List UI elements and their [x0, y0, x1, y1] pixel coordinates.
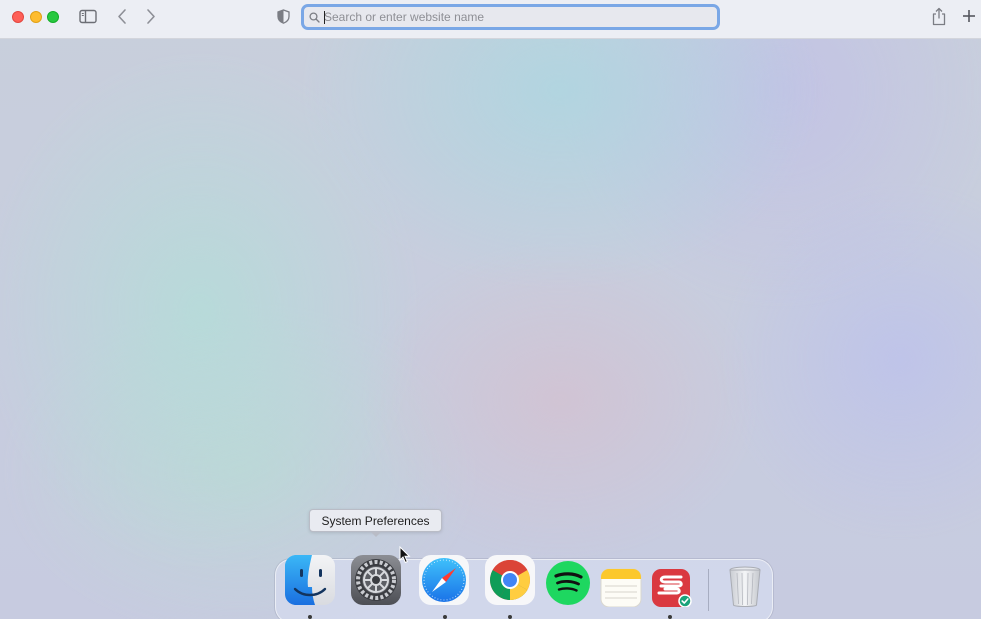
dock-item-safari[interactable]	[417, 553, 471, 607]
window-close-button[interactable]	[12, 11, 24, 23]
mouse-cursor-icon	[399, 546, 411, 564]
dock-item-spotify[interactable]	[541, 553, 595, 607]
running-indicator	[308, 615, 312, 619]
running-indicator	[443, 615, 447, 619]
back-chevron-icon[interactable]	[115, 8, 129, 25]
trash-icon	[729, 566, 761, 607]
dock-item-notes[interactable]	[594, 553, 648, 607]
expressvpn-icon	[652, 569, 692, 607]
dock-tooltip: System Preferences	[309, 509, 442, 532]
dock-item-chrome[interactable]	[483, 553, 537, 607]
sidebar-icon[interactable]	[79, 9, 97, 24]
text-caret	[324, 11, 325, 24]
running-indicator	[508, 615, 512, 619]
dock-item-trash[interactable]	[718, 553, 772, 607]
plus-icon[interactable]	[962, 9, 976, 23]
window-zoom-button[interactable]	[47, 11, 59, 23]
safari-toolbar	[0, 0, 981, 39]
chrome-icon	[485, 555, 535, 605]
running-indicator	[668, 615, 672, 619]
spotify-icon	[546, 561, 590, 605]
notes-icon	[600, 568, 642, 607]
safari-compass-icon	[419, 555, 469, 605]
system-preferences-gear-icon	[351, 555, 401, 605]
address-input[interactable]	[324, 8, 704, 26]
dock-item-finder[interactable]	[283, 553, 337, 607]
search-icon	[309, 11, 320, 23]
finder-icon	[285, 555, 335, 605]
address-bar[interactable]	[301, 4, 720, 30]
tooltip-label: System Preferences	[321, 513, 430, 528]
forward-chevron-icon[interactable]	[144, 8, 158, 25]
window-minimize-button[interactable]	[30, 11, 42, 23]
share-icon[interactable]	[931, 7, 947, 26]
dock-item-expressvpn[interactable]	[645, 553, 699, 607]
tooltip-pointer	[370, 531, 382, 537]
dock-item-system-preferences[interactable]	[349, 553, 403, 607]
dock-separator	[708, 569, 709, 611]
privacy-shield-icon[interactable]	[277, 9, 290, 24]
